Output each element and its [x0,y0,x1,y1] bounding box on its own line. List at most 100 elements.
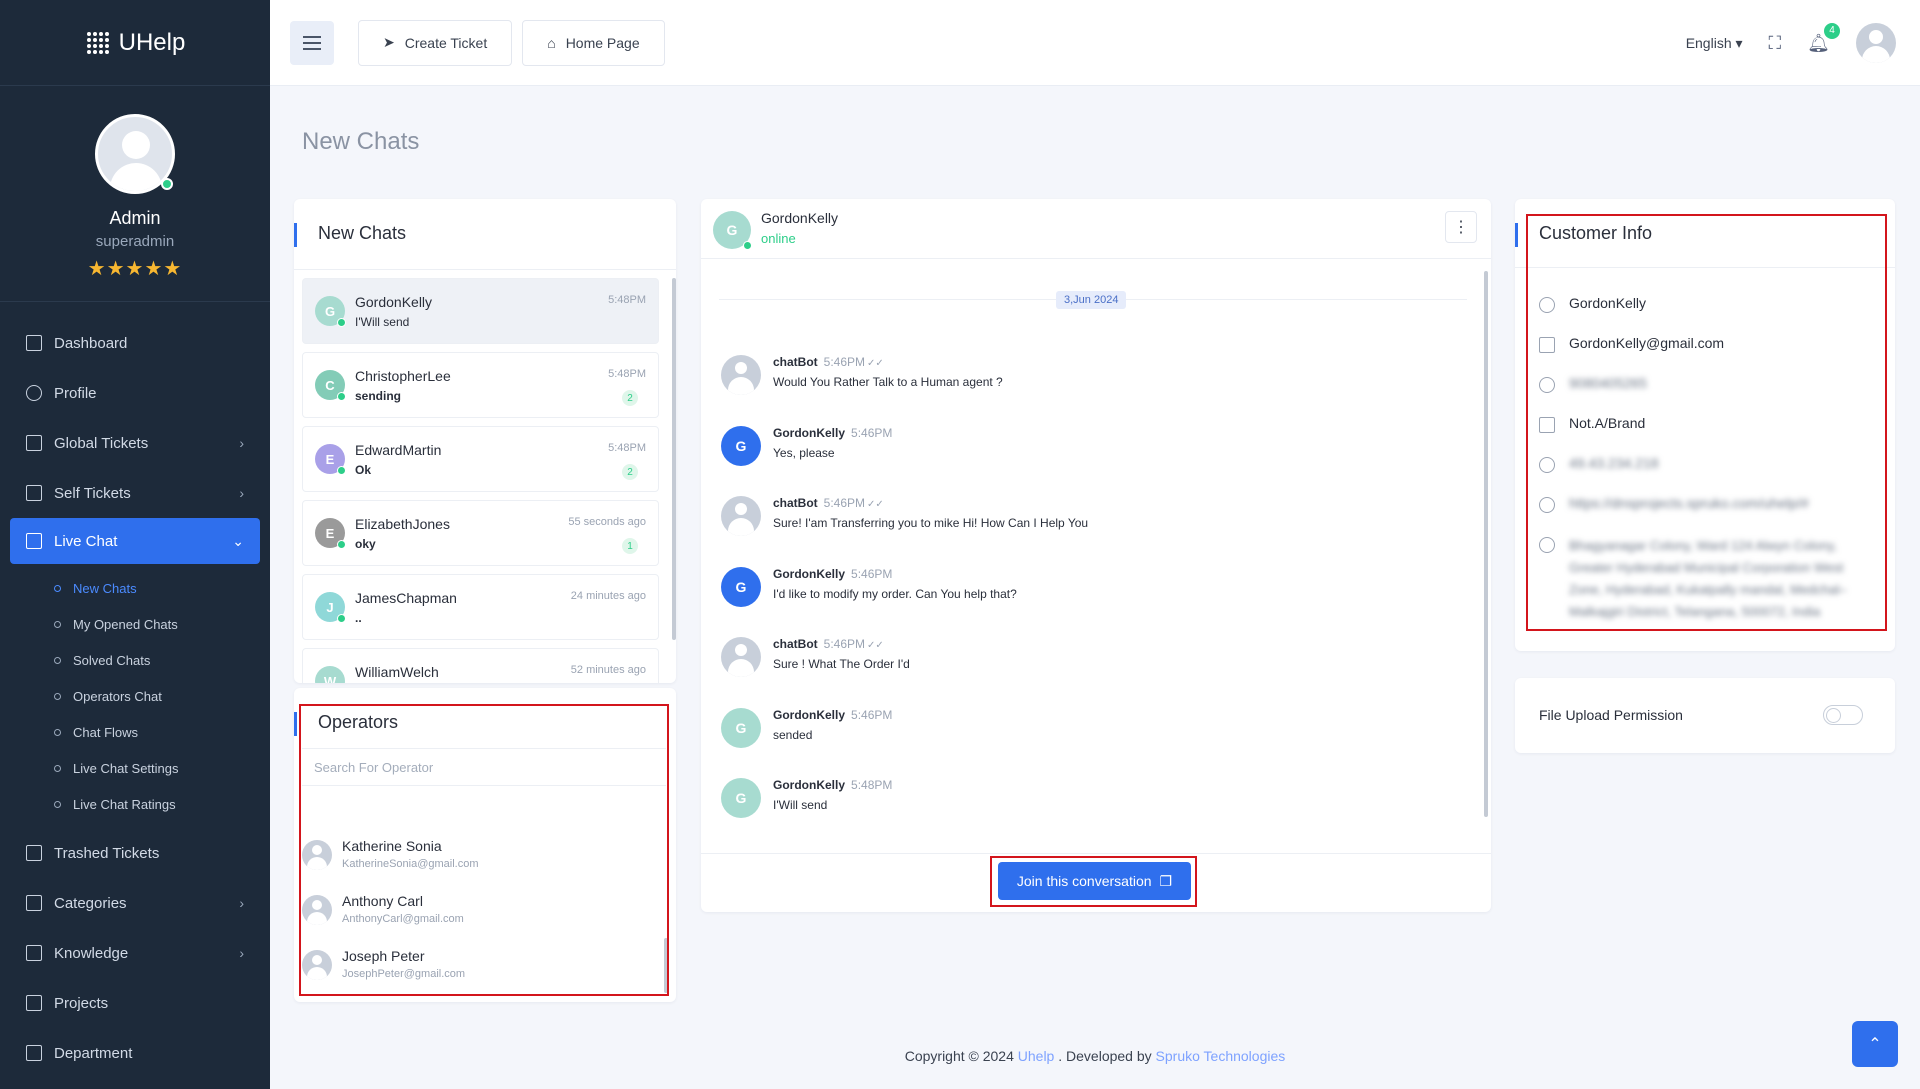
menu-toggle-button[interactable] [290,20,334,65]
subnav-live-chat-settings[interactable]: Live Chat Settings [0,750,270,786]
operator-search-input[interactable]: Search For Operator [302,748,666,786]
customer-ip-row: 49.43.234.218 [1539,455,1659,473]
user-message-avatar: G [721,708,761,748]
new-chats-title: New Chats [294,223,406,247]
subnav-my-opened-chats[interactable]: My Opened Chats [0,606,270,642]
online-dot [337,392,346,401]
online-dot [743,241,752,250]
footer-company-link[interactable]: Spruko Technologies [1156,1048,1286,1064]
chat-message: chatBot 5:46PM ✓✓ Sure! I'am Transferring … [721,492,1461,542]
operator-email: JosephPeter@gmail.com [342,968,466,980]
operator-item[interactable]: Anthony Carl AnthonyCarl@gmail.com [302,891,662,935]
subnav-solved-chats[interactable]: Solved Chats [0,642,270,678]
home-page-button[interactable]: ⌂ Home Page [522,19,665,66]
sidebar-item-projects[interactable]: Projects [0,978,270,1028]
message-text: sended [773,728,813,742]
chat-name: JamesChapman [355,590,457,606]
more-options-button[interactable]: ⋮ [1445,211,1477,243]
operators-scrollbar[interactable] [664,938,668,993]
back-to-top-button[interactable]: ⌃ [1852,1021,1898,1067]
header-avatar[interactable] [1856,23,1896,63]
chat-avatar: E [315,444,346,475]
chat-list-item[interactable]: E EdwardMartin Ok 5:48PM 2 [302,426,659,492]
create-ticket-button[interactable]: ➤ Create Ticket [358,19,513,66]
sidebar-item-live-chat[interactable]: Live Chat ⌄ [10,518,260,564]
chat-avatar: C [315,370,346,401]
customer-email-row: GordonKelly@gmail.com [1539,335,1724,353]
sidebar-item-categories[interactable]: Categories › [0,878,270,928]
sidebar-item-label: Live Chat [54,532,118,550]
subnav-new-chats[interactable]: New Chats [0,570,270,606]
user-name: Admin [109,208,161,228]
bot-avatar [721,355,761,395]
sidebar-item-knowledge[interactable]: Knowledge › [0,928,270,978]
message-text: Would You Rather Talk to a Human agent ? [773,375,1003,389]
monitor-icon [1539,417,1555,433]
customer-name-row: GordonKelly [1539,295,1646,313]
language-select[interactable]: English ▾ [1686,35,1743,52]
sidebar-item-label: Global Tickets [54,434,149,452]
chat-message: G GordonKelly 5:46PM sended [721,704,1461,754]
chat-avatar: J [315,592,346,623]
sidebar-item-global-tickets[interactable]: Global Tickets › [0,418,270,468]
sidebar: UHelp Admin superadmin ★★★★★ Dashboard P… [0,0,270,1089]
subnav-operators-chat[interactable]: Operators Chat [0,678,270,714]
categories-icon [26,895,42,911]
file-upload-toggle[interactable] [1823,705,1863,725]
sidebar-item-dashboard[interactable]: Dashboard [0,318,270,368]
bot-avatar [721,637,761,677]
subnav-live-chat-ratings[interactable]: Live Chat Ratings [0,786,270,822]
notification-badge: 4 [1824,22,1840,39]
mail-icon [1539,337,1555,353]
chat-list: G GordonKelly I'Will send 5:48PM C Chris… [294,269,676,683]
chat-name: GordonKelly [355,294,433,310]
projects-icon [26,995,42,1011]
conversation-avatar: G [713,211,752,250]
chat-list-item[interactable]: C ChristopherLee sending 5:48PM 2 [302,352,659,418]
operator-name: Joseph Peter [342,948,425,964]
double-check-icon: ✓✓ [867,358,884,369]
chat-list-item[interactable]: J JamesChapman .. 24 minutes ago [302,574,659,640]
dashboard-icon [26,335,42,351]
chevron-right-icon: › [239,895,244,911]
sidebar-profile: Admin superadmin ★★★★★ [0,86,270,302]
brand[interactable]: UHelp [0,0,270,86]
ticket-icon [26,485,42,501]
chevron-right-icon: › [239,485,244,501]
sidebar-item-profile[interactable]: Profile [0,368,270,418]
chat-icon [26,533,42,549]
chat-list-item[interactable]: G GordonKelly I'Will send 5:48PM [302,278,659,344]
chat-last-message: oky [355,537,376,551]
chat-list-item[interactable]: E ElizabethJones oky 55 seconds ago 1 [302,500,659,566]
chat-list-scrollbar[interactable] [672,278,676,640]
conversation-user-name: GordonKelly [761,210,839,226]
chat-time: 5:48PM [608,368,646,380]
join-conversation-button[interactable]: Join this conversation ❐ [998,862,1191,900]
sidebar-item-self-tickets[interactable]: Self Tickets › [0,468,270,518]
unread-count: 2 [622,464,638,480]
chat-last-message: Ok [355,463,372,477]
footer-brand-link[interactable]: Uhelp [1018,1048,1055,1064]
chat-last-message: I'Will send [355,315,410,329]
operator-email: AnthonyCarl@gmail.com [342,913,464,925]
fullscreen-icon[interactable]: ⛶ [1769,33,1782,54]
chat-message: chatBot 5:46PM ✓✓ Would You Rather Talk to… [721,351,1461,401]
subnav-chat-flows[interactable]: Chat Flows [0,714,270,750]
customer-phone: 9080405265 [1569,375,1647,391]
user-icon [26,385,42,401]
customer-info-title: Customer Info [1515,223,1652,247]
customer-info-card: Customer Info GordonKelly GordonKelly@gm… [1515,199,1895,651]
notification-button[interactable]: 🔔︎ 4 [1807,22,1840,54]
conversation-scrollbar[interactable] [1484,271,1488,817]
chat-message: chatBot 5:46PM ✓✓ Sure ! What The Order I'… [721,633,1461,683]
sidebar-item-trashed-tickets[interactable]: Trashed Tickets [0,828,270,878]
operator-item[interactable]: Joseph Peter JosephPeter@gmail.com [302,946,662,990]
operator-avatar [302,895,332,925]
sidebar-item-department[interactable]: Department [0,1028,270,1078]
footer: Copyright © 2024 Uhelp . Developed by Sp… [904,1048,1286,1064]
user-message-avatar: G [721,426,761,466]
online-dot [337,614,346,623]
sidebar-item-label: Categories [54,894,127,912]
chat-list-item[interactable]: W WilliamWelch 52 minutes ago [302,648,659,683]
operator-item[interactable]: Katherine Sonia KatherineSonia@gmail.com [302,836,662,880]
